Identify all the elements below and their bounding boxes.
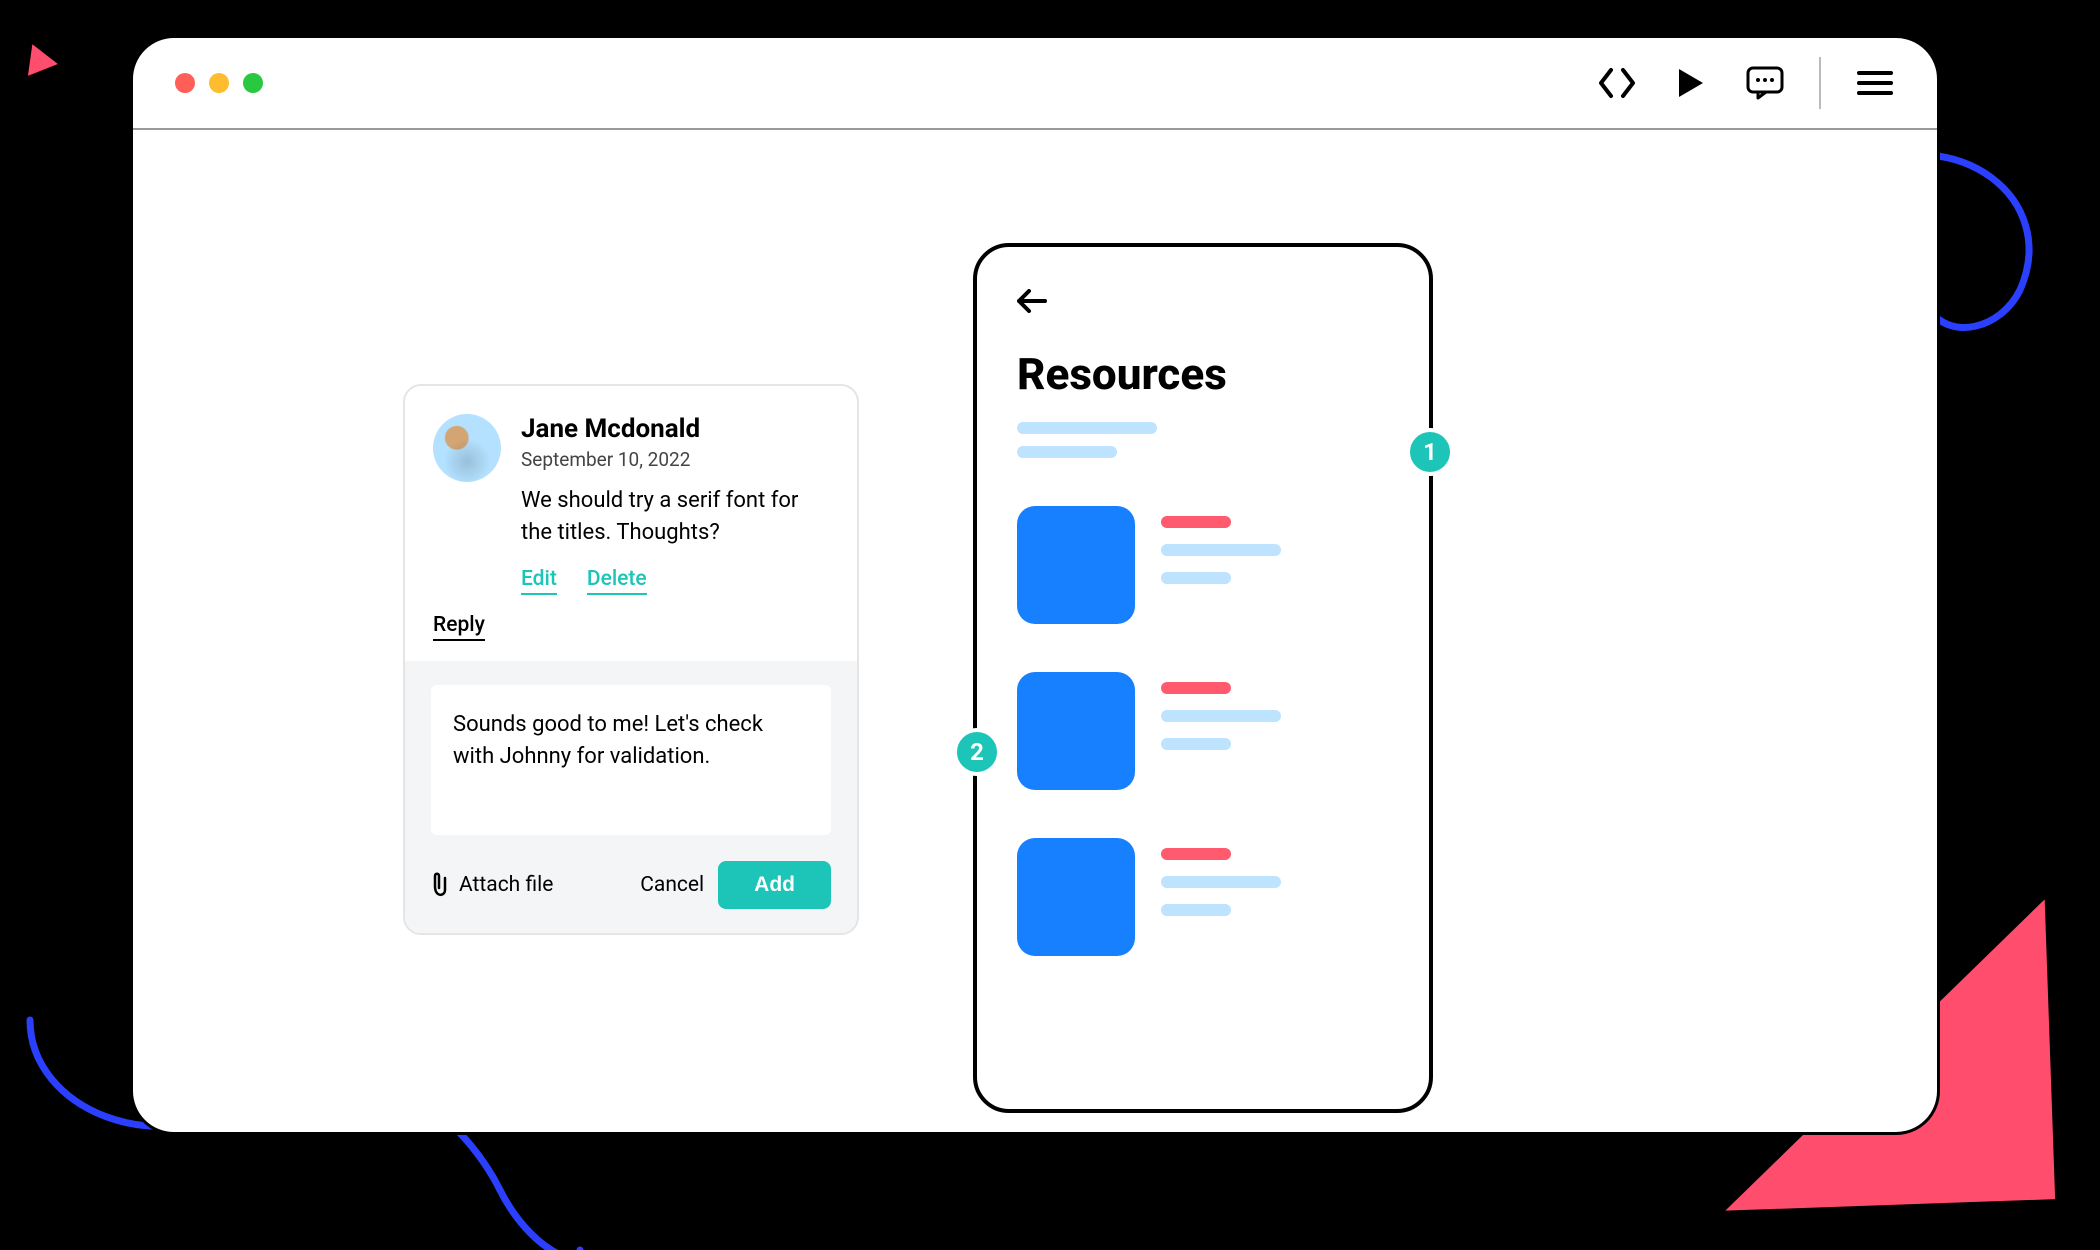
- code-icon[interactable]: [1597, 63, 1637, 103]
- resource-thumbnail: [1017, 838, 1135, 956]
- close-window-button[interactable]: [175, 73, 195, 93]
- annotation-badge-2: 2: [953, 728, 1001, 776]
- resource-thumbnail: [1017, 506, 1135, 624]
- resource-item[interactable]: [1017, 838, 1389, 956]
- resource-text-placeholder: [1161, 506, 1389, 600]
- reply-input[interactable]: Sounds good to me! Let's check with John…: [431, 685, 831, 835]
- menu-icon[interactable]: [1855, 63, 1895, 103]
- comment-icon[interactable]: [1745, 63, 1785, 103]
- resource-item[interactable]: [1017, 672, 1389, 790]
- paperclip-icon: [431, 872, 451, 898]
- comment-date: September 10, 2022: [521, 448, 829, 471]
- resource-thumbnail: [1017, 672, 1135, 790]
- add-button[interactable]: Add: [718, 861, 831, 909]
- attach-file-button[interactable]: Attach file: [431, 872, 553, 898]
- reply-area: Sounds good to me! Let's check with John…: [405, 661, 857, 933]
- traffic-lights: [175, 73, 263, 93]
- comment-author: Jane Mcdonald: [521, 414, 829, 444]
- edit-link[interactable]: Edit: [521, 567, 557, 595]
- delete-link[interactable]: Delete: [587, 567, 647, 595]
- maximize-window-button[interactable]: [243, 73, 263, 93]
- play-icon[interactable]: [1671, 63, 1711, 103]
- resource-item[interactable]: [1017, 506, 1389, 624]
- reply-link[interactable]: Reply: [433, 613, 485, 641]
- avatar: [433, 414, 501, 482]
- titlebar: [133, 38, 1937, 130]
- decorative-triangle-small: [28, 44, 60, 80]
- resource-text-placeholder: [1161, 672, 1389, 766]
- toolbar-divider: [1819, 57, 1821, 109]
- phone-title: Resources: [1017, 348, 1389, 400]
- phone-subtitle-placeholder: [1017, 422, 1389, 458]
- app-window: Jane Mcdonald September 10, 2022 We shou…: [130, 35, 1940, 1135]
- cancel-button[interactable]: Cancel: [640, 873, 704, 897]
- comment-card: Jane Mcdonald September 10, 2022 We shou…: [403, 384, 859, 935]
- attach-file-label: Attach file: [459, 873, 553, 897]
- minimize-window-button[interactable]: [209, 73, 229, 93]
- annotation-badge-1: 1: [1406, 428, 1454, 476]
- phone-mockup: Resources: [973, 243, 1433, 1113]
- comment-body: We should try a serif font for the title…: [521, 485, 829, 549]
- resource-text-placeholder: [1161, 838, 1389, 932]
- back-arrow-icon[interactable]: [1017, 287, 1047, 320]
